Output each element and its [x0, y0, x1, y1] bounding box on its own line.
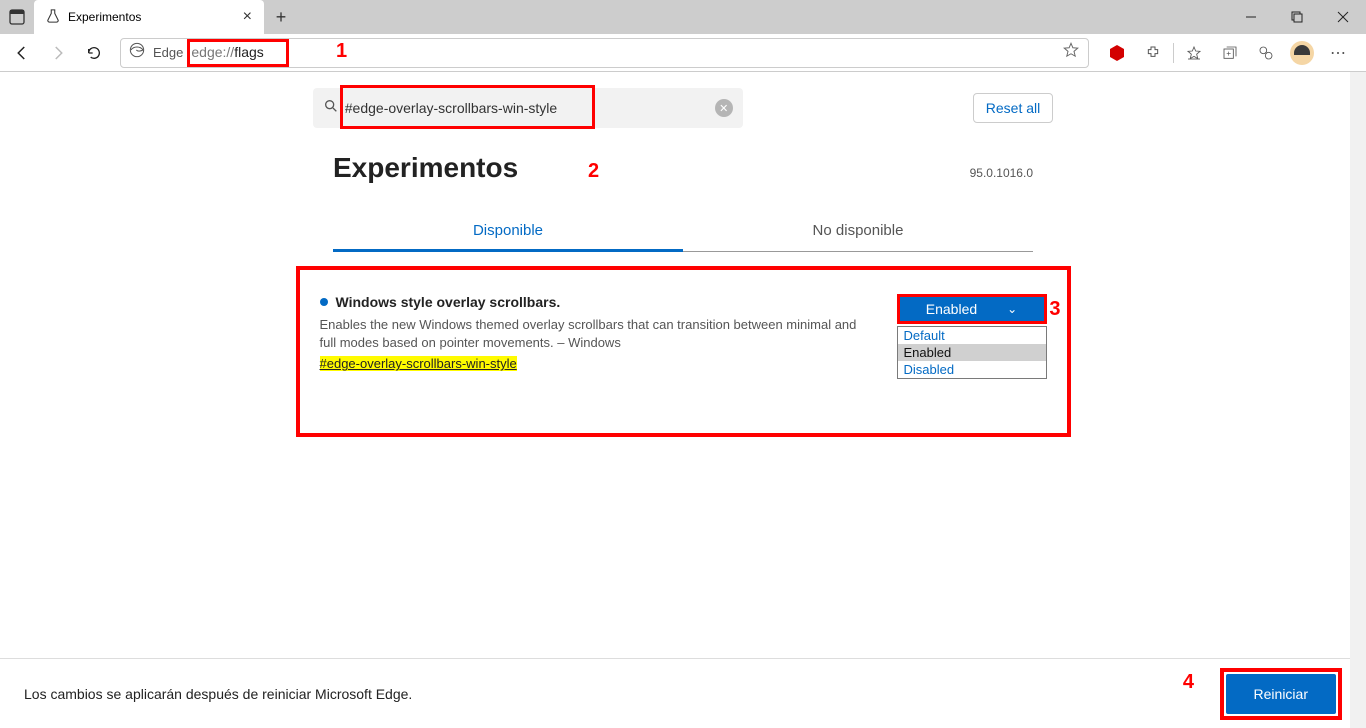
option-disabled[interactable]: Disabled: [898, 361, 1046, 378]
dropdown-selected: Enabled: [926, 301, 977, 317]
chevron-down-icon: ⌄: [1007, 302, 1017, 316]
favorites-icon[interactable]: [1176, 37, 1212, 69]
tab-available[interactable]: Disponible: [333, 212, 683, 252]
scrollbar[interactable]: [1350, 72, 1366, 728]
annotation-box-1: [187, 39, 289, 67]
flag-state-dropdown[interactable]: Enabled ⌄: [897, 294, 1047, 324]
toolbar: Edge edge://flags ⋯: [0, 34, 1366, 72]
flag-result-box: Windows style overlay scrollbars. Enable…: [296, 266, 1071, 437]
extensions-icon[interactable]: [1135, 37, 1171, 69]
close-window-button[interactable]: [1320, 0, 1366, 34]
close-tab-icon[interactable]: ×: [243, 8, 252, 26]
address-bar[interactable]: Edge edge://flags: [120, 38, 1089, 68]
annotation-1: 1: [336, 40, 347, 63]
annotation-2: 2: [588, 160, 599, 183]
annotation-box-2: [340, 85, 595, 129]
adblock-icon[interactable]: [1099, 37, 1135, 69]
reload-button[interactable]: [78, 37, 110, 69]
reset-all-button[interactable]: Reset all: [973, 93, 1053, 123]
back-button[interactable]: [6, 37, 38, 69]
titlebar: Experimentos × +: [0, 0, 1366, 34]
annotation-4: 4: [1183, 671, 1194, 694]
tab-unavailable[interactable]: No disponible: [683, 212, 1033, 252]
tabs: Disponible No disponible: [333, 212, 1033, 252]
dropdown-options: Default Enabled Disabled: [897, 326, 1047, 379]
minimize-button[interactable]: [1228, 0, 1274, 34]
flag-title: Windows style overlay scrollbars.: [336, 294, 561, 310]
favorite-icon[interactable]: [1062, 41, 1080, 64]
window-controls: [1228, 0, 1366, 34]
flag-hash-link[interactable]: #edge-overlay-scrollbars-win-style: [320, 356, 517, 371]
option-default[interactable]: Default: [898, 327, 1046, 344]
site-identity: Edge: [153, 45, 183, 60]
tab-title: Experimentos: [68, 10, 141, 24]
flask-icon: [46, 9, 60, 26]
flag-status-dot: [320, 298, 328, 306]
restart-message: Los cambios se aplicarán después de rein…: [24, 686, 412, 702]
profile-avatar[interactable]: [1284, 37, 1320, 69]
collections-icon[interactable]: [1212, 37, 1248, 69]
flags-search-box[interactable]: ✕: [313, 88, 743, 128]
restart-bar: Los cambios se aplicarán después de rein…: [0, 658, 1366, 728]
annotation-box-4: Reiniciar: [1220, 668, 1342, 720]
flag-description: Enables the new Windows themed overlay s…: [320, 316, 877, 352]
more-menu-icon[interactable]: ⋯: [1320, 37, 1356, 69]
tab-overview-icon[interactable]: [0, 0, 34, 34]
browser-tab[interactable]: Experimentos ×: [34, 0, 264, 34]
forward-button[interactable]: [42, 37, 74, 69]
restart-button[interactable]: Reiniciar: [1226, 674, 1336, 714]
clear-search-icon[interactable]: ✕: [715, 99, 733, 117]
new-tab-button[interactable]: +: [264, 0, 298, 34]
option-enabled[interactable]: Enabled: [898, 344, 1046, 361]
page-content: ✕ Reset all 2 Experimentos 95.0.1016.0 D…: [0, 72, 1366, 437]
page-title: Experimentos: [333, 152, 518, 184]
edge-logo-icon: [129, 42, 145, 63]
annotation-3: 3: [1049, 298, 1060, 321]
search-icon: [323, 98, 339, 119]
performance-icon[interactable]: [1248, 37, 1284, 69]
maximize-button[interactable]: [1274, 0, 1320, 34]
version-label: 95.0.1016.0: [970, 166, 1033, 180]
